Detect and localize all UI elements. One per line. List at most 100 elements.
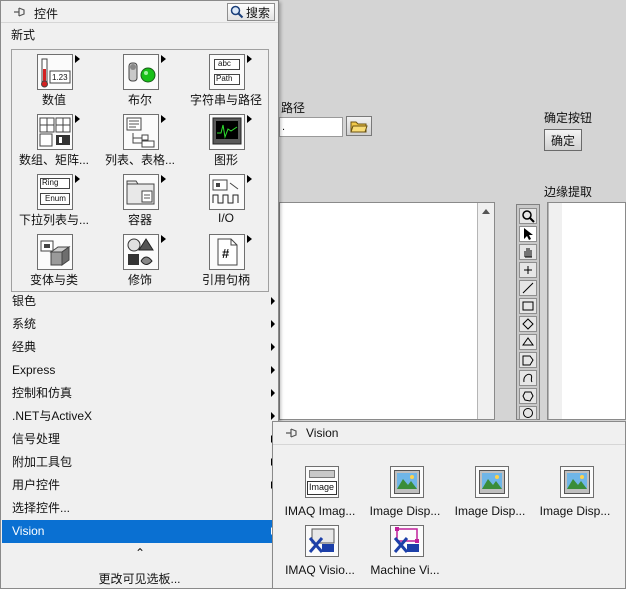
menu-item-control-simulation[interactable]: 控制和仿真 [2,382,279,405]
array-matrix-icon [37,114,80,150]
oval-tool-icon[interactable] [519,406,537,420]
annulus-tool-icon[interactable] [519,334,537,350]
palette-item-container[interactable]: 容器 [98,170,182,228]
decorations-icon [123,234,166,270]
menu-item-signal-processing[interactable]: 信号处理 [2,428,279,451]
expand-chevron-icon[interactable]: ⌃ [135,546,145,560]
io-icon [209,174,252,210]
palette-item-ring-enum[interactable]: Ring Enum 下拉列表与... [12,170,96,228]
zoom-tool-icon[interactable] [519,208,537,224]
submenu-arrow-icon [271,297,275,305]
refnum-icon: # [209,234,252,270]
path-input[interactable]: . [279,117,343,137]
polygon-tool-icon[interactable] [519,352,537,368]
change-visible-palettes-link[interactable]: 更改可见选板... [1,570,278,587]
freehand-tool-icon[interactable] [519,370,537,386]
palette-item-label: 变体与类 [29,273,78,287]
vision-item-image-display-1[interactable]: Image Disp... [363,466,447,526]
refnum-icon-text: # [222,246,230,261]
menu-item-select-control[interactable]: 选择控件... [2,497,279,520]
palette-item-boolean[interactable]: 布尔 [98,50,182,108]
vision-item-machine-vision[interactable]: Machine Vi... [363,525,447,585]
graph-icon [209,114,252,150]
palette-item-array-matrix[interactable]: 数组、矩阵... [12,110,96,168]
submenu-arrow-icon [271,320,275,328]
vision-item-imaq-image[interactable]: Image IMAQ Imag... [278,466,362,526]
menu-item-label: 经典 [12,340,37,354]
string-path-icon: abc Path [209,54,252,90]
image-display-icon [475,466,509,498]
vision-item-imaq-vision[interactable]: IMAQ Visio... [278,525,362,585]
palette-item-list-table[interactable]: 列表、表格... [98,110,182,168]
image-display-icon [390,466,424,498]
submenu-arrow-icon [271,389,275,397]
imaq-image-icon: Image [305,466,339,498]
closed-freehand-tool-icon[interactable] [519,388,537,404]
modern-controls-grid: 1.23 数值 布尔 abc Path 字符串与路径 数组、矩阵... 列表、表… [11,49,269,292]
menu-item-classic[interactable]: 经典 [2,336,279,359]
pan-tool-icon[interactable] [519,244,537,260]
title-divider [273,444,625,445]
palette-item-label: 下拉列表与... [18,213,89,227]
menu-item-vision[interactable]: Vision [2,520,279,543]
right-display-scroll-edge[interactable] [548,203,562,419]
rectangle-tool-icon[interactable] [519,298,537,314]
vision-submenu-title: Vision [306,426,339,440]
vision-item-image-display-3[interactable]: Image Disp... [533,466,617,526]
palette-item-decorations[interactable]: 修饰 [98,230,182,288]
numeric-icon-text: 1.23 [52,73,68,82]
search-label: 搜索 [246,5,271,20]
search-icon [230,5,244,19]
menu-item-user-controls[interactable]: 用户控件 [2,474,279,497]
enum-icon-text: Enum [45,194,66,203]
list-table-icon [123,114,166,150]
image-display-icon [560,466,594,498]
submenu-arrow-icon [271,412,275,420]
palette-item-io[interactable]: I/O [184,170,268,228]
scroll-up-icon[interactable] [482,209,490,214]
palette-item-string-path[interactable]: abc Path 字符串与路径 [184,50,268,108]
vision-item-image-display-2[interactable]: Image Disp... [448,466,532,526]
rotated-rect-tool-icon[interactable] [519,316,537,332]
palette-item-numeric[interactable]: 1.23 数值 [12,50,96,108]
submenu-arrow-icon [271,366,275,374]
numeric-icon: 1.23 [37,54,80,90]
palette-item-label: 图形 [213,153,238,167]
menu-item-silver[interactable]: 银色 [2,290,279,313]
pointer-tool-icon[interactable] [519,226,537,242]
path-label: 路径 [281,101,306,115]
menu-item-label: 银色 [12,294,37,308]
palette-item-refnum[interactable]: # 引用句柄 [184,230,268,288]
folder-icon [350,121,368,133]
palette-item-variant-class[interactable]: 变体与类 [12,230,96,288]
imaq-vision-icon [305,525,339,557]
menu-item-system[interactable]: 系统 [2,313,279,336]
section-header-modern[interactable]: 新式 [11,26,35,43]
pin-icon[interactable] [12,5,28,19]
vision-item-label: Machine Vi... [370,563,440,577]
palette-item-label: 列表、表格... [104,153,175,167]
pin-icon[interactable] [284,426,300,440]
ok-button[interactable]: 确定 [544,129,582,151]
point-tool-icon[interactable] [519,262,537,278]
vision-item-label: Image Disp... [369,504,441,518]
palette-item-label: 容器 [127,213,152,227]
palette-item-label: 修饰 [127,273,152,287]
vertical-scrollbar[interactable] [477,203,494,419]
palette-item-graph[interactable]: 图形 [184,110,268,168]
menu-item-dotnet-activex[interactable]: .NET与ActiveX [2,405,279,428]
menu-item-label: 控制和仿真 [12,386,73,400]
search-button[interactable]: 搜索 [227,3,275,21]
menu-item-label: 用户控件 [12,478,61,492]
image-display-left[interactable] [279,202,495,420]
menu-item-label: Vision [12,524,45,538]
edge-extract-label: 边缘提取 [544,185,593,199]
palette-item-label: I/O [217,211,234,225]
menu-item-express[interactable]: Express [2,359,279,382]
image-display-right[interactable] [547,202,626,420]
line-tool-icon[interactable] [519,280,537,296]
vision-item-label: Image Disp... [539,504,611,518]
container-icon [123,174,166,210]
menu-item-addons[interactable]: 附加工具包 [2,451,279,474]
browse-button[interactable] [346,116,372,136]
